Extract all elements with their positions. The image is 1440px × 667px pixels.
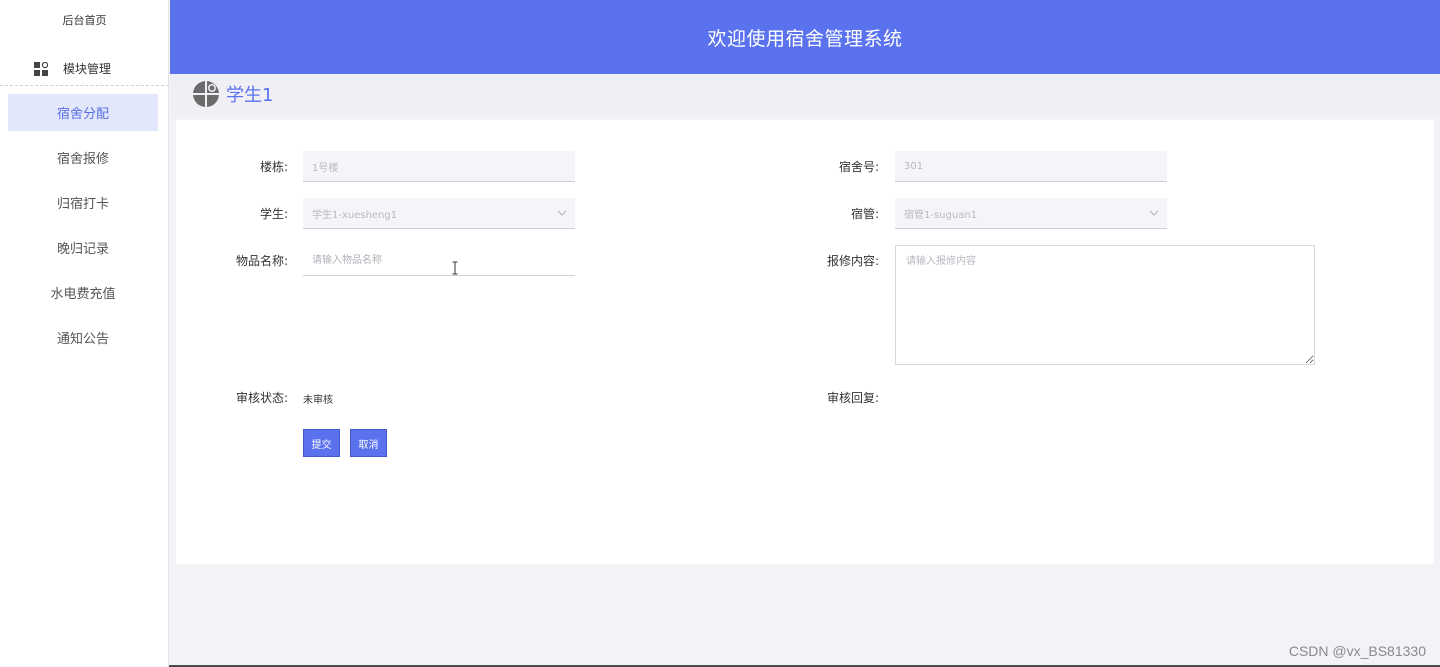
- user-bar: 学生1: [170, 74, 1440, 114]
- repair-content-textarea[interactable]: [895, 245, 1315, 365]
- review-status-label: 审核状态:: [235, 391, 288, 405]
- manager-select-value: 宿管1-suguan1: [904, 209, 978, 221]
- manager-label: 宿管:: [850, 207, 879, 221]
- chevron-down-icon: [557, 210, 567, 216]
- manager-select[interactable]: 宿管1-suguan1: [895, 198, 1167, 229]
- sidebar-home-link[interactable]: 后台首页: [0, 12, 169, 28]
- sidebar-item-dorm-repair[interactable]: 宿舍报修: [8, 139, 158, 176]
- review-reply-label: 审核回复:: [826, 391, 879, 405]
- sidebar-module-group[interactable]: 模块管理: [0, 52, 169, 86]
- review-status-value: 未审核: [303, 395, 333, 406]
- room-field: 301: [895, 151, 1167, 182]
- student-select-value: 学生1-xuesheng1: [312, 209, 398, 221]
- user-name: 学生1: [226, 85, 274, 106]
- user-avatar-icon[interactable]: [192, 80, 220, 108]
- page-title: 欢迎使用宿舍管理系统: [707, 27, 903, 50]
- sidebar-module-label: 模块管理: [63, 62, 112, 76]
- app-window: 后台首页 模块管理 宿舍分配 宿舍报修 归宿打卡 晚归记录 水电费充值 通知公告…: [0, 0, 1440, 667]
- item-name-input[interactable]: [303, 245, 575, 276]
- chevron-down-icon: [1149, 210, 1159, 216]
- form-panel: 楼栋: 1号楼 宿舍号: 301 学生: 学生1-xuesheng1 宿管: 宿…: [176, 120, 1434, 564]
- building-label: 楼栋:: [259, 160, 288, 174]
- student-label: 学生:: [259, 207, 288, 221]
- cancel-button[interactable]: 取消: [350, 429, 387, 457]
- sidebar-item-return-checkin[interactable]: 归宿打卡: [8, 184, 158, 221]
- sidebar-item-utility-recharge[interactable]: 水电费充值: [8, 274, 158, 311]
- room-label: 宿舍号:: [838, 160, 879, 174]
- grid-apps-icon: [34, 61, 48, 76]
- sidebar-item-dorm-assignment[interactable]: 宿舍分配: [8, 94, 158, 131]
- text-cursor-icon: [452, 261, 458, 275]
- student-select[interactable]: 学生1-xuesheng1: [303, 198, 575, 229]
- item-name-label: 物品名称:: [235, 254, 288, 268]
- sidebar: 后台首页 模块管理 宿舍分配 宿舍报修 归宿打卡 晚归记录 水电费充值 通知公告: [0, 0, 169, 667]
- repair-content-label: 报修内容:: [826, 254, 879, 268]
- sidebar-menu: 宿舍分配 宿舍报修 归宿打卡 晚归记录 水电费充值 通知公告: [0, 94, 169, 364]
- sidebar-item-late-return-records[interactable]: 晚归记录: [8, 229, 158, 266]
- top-header: 欢迎使用宿舍管理系统: [170, 0, 1440, 74]
- submit-button[interactable]: 提交: [303, 429, 340, 457]
- watermark: CSDN @vx_BS81330: [1288, 643, 1426, 659]
- building-field: 1号楼: [303, 151, 575, 182]
- sidebar-item-notices[interactable]: 通知公告: [8, 319, 158, 356]
